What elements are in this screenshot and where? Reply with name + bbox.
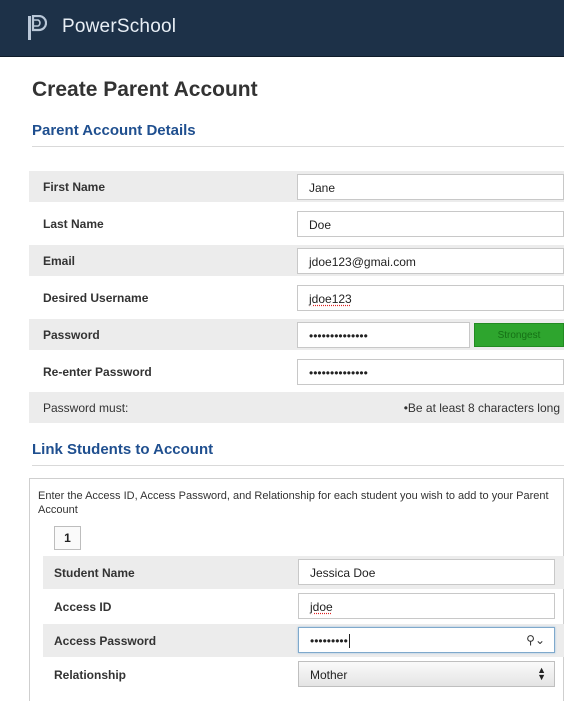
link-instructions: Enter the Access ID, Access Password, an… — [38, 490, 549, 516]
password-rules-label: Password must: — [43, 401, 129, 415]
access-id-label: Access ID — [54, 600, 112, 614]
last-name-label: Last Name — [43, 217, 104, 231]
relationship-label: Relationship — [54, 668, 127, 682]
reenter-password-label: Re-enter Password — [43, 365, 152, 379]
powerschool-logo-icon[interactable] — [27, 15, 47, 41]
student-tab-1[interactable]: 1 — [54, 526, 81, 550]
page-title: Create Parent Account — [32, 78, 258, 101]
relationship-row: Relationship Mother ▲ ▼ — [43, 658, 564, 691]
access-id-value: jdoe — [310, 600, 333, 614]
last-name-row: Last Name Doe — [29, 208, 564, 239]
section-divider — [32, 465, 564, 466]
link-section-title: Link Students to Account — [32, 441, 214, 458]
password-rules-row: Password must: •Be at least 8 characters… — [29, 392, 564, 423]
email-row: Email jdoe123@gmai.com — [29, 245, 564, 276]
username-value: jdoe123 — [309, 292, 352, 306]
first-name-label: First Name — [43, 180, 106, 194]
section-divider — [32, 146, 564, 147]
key-reveal-icon[interactable]: ⚲⌄ — [526, 633, 545, 647]
student-name-row: Student Name Jessica Doe — [43, 556, 564, 589]
access-password-input[interactable]: •••••••••​ ⚲⌄ — [298, 627, 555, 653]
select-arrows-icon: ▲ ▼ — [537, 665, 546, 682]
student-name-input[interactable]: Jessica Doe — [298, 559, 555, 585]
student-name-label: Student Name — [54, 566, 135, 580]
reenter-password-row: Re-enter Password •••••••••••••• — [29, 356, 564, 387]
top-bar: PowerSchool — [0, 0, 564, 57]
access-password-value: ••••••••• — [310, 634, 348, 648]
access-password-label: Access Password — [54, 634, 157, 648]
access-id-row: Access ID jdoe — [43, 590, 564, 623]
access-password-row: Access Password •••••••••​ ⚲⌄ — [43, 624, 564, 657]
parent-section-title: Parent Account Details — [32, 122, 196, 139]
username-row: Desired Username jdoe123 — [29, 282, 564, 313]
password-input[interactable]: •••••••••••••• — [297, 322, 470, 348]
relationship-select[interactable]: Mother ▲ ▼ — [298, 661, 555, 687]
password-row: Password •••••••••••••• Strongest — [29, 319, 564, 350]
first-name-input[interactable]: Jane — [297, 174, 564, 200]
first-name-row: First Name Jane — [29, 171, 564, 202]
password-label: Password — [43, 328, 100, 342]
relationship-value: Mother — [310, 668, 348, 682]
email-label: Email — [43, 254, 76, 268]
email-input[interactable]: jdoe123@gmai.com — [297, 248, 564, 274]
username-input[interactable]: jdoe123 — [297, 285, 564, 311]
access-id-input[interactable]: jdoe — [298, 593, 555, 619]
password-rules-text: •Be at least 8 characters long — [403, 401, 560, 415]
last-name-input[interactable]: Doe — [297, 211, 564, 237]
username-label: Desired Username — [43, 291, 149, 305]
reenter-password-input[interactable]: •••••••••••••• — [297, 359, 564, 385]
text-cursor: ​ — [348, 634, 350, 648]
password-strength-meter: Strongest — [474, 323, 564, 347]
brand-name[interactable]: PowerSchool — [62, 16, 176, 38]
